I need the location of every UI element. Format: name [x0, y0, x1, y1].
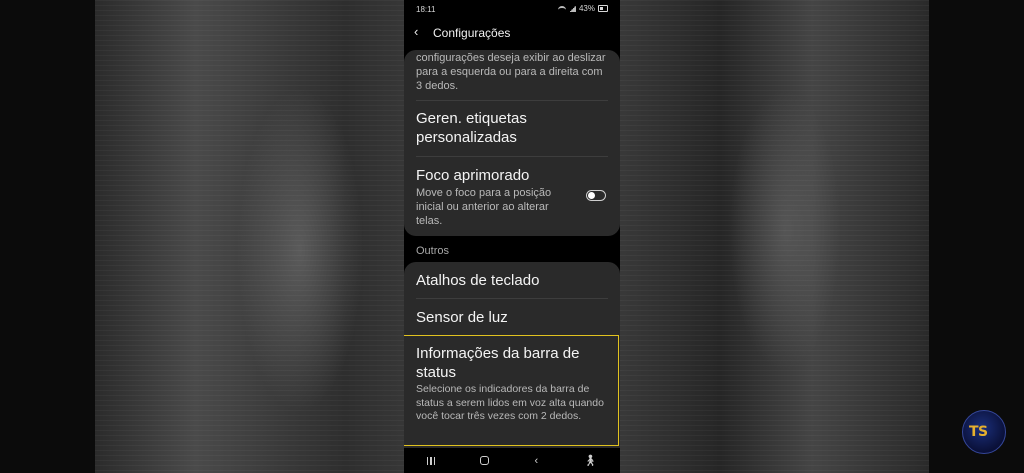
- status-bar: 18:11 43%: [404, 0, 620, 18]
- back-icon[interactable]: ‹: [535, 455, 539, 467]
- enhanced-focus-description: Move o foco para a posição inicial ou an…: [416, 187, 552, 227]
- app-bar: ‹ Configurações: [404, 20, 620, 46]
- section-label-other: Outros: [416, 245, 450, 257]
- custom-labels-title: Geren. etiquetas personalizadas: [416, 110, 527, 146]
- recent-apps-icon[interactable]: [426, 456, 436, 465]
- accessibility-icon[interactable]: 🚶︎: [583, 454, 597, 467]
- light-sensor-item[interactable]: Sensor de luz: [404, 299, 620, 335]
- battery-icon: [598, 5, 608, 12]
- truncated-description: configurações deseja exibir ao deslizar …: [416, 52, 606, 92]
- battery-percent: 43%: [578, 4, 595, 13]
- enhanced-focus-title: Foco aprimorado: [416, 167, 530, 184]
- keyboard-shortcuts-title: Atalhos de teclado: [416, 272, 540, 289]
- custom-labels-item[interactable]: Geren. etiquetas personalizadas: [404, 101, 620, 155]
- phone-screen: 18:11 43% ‹ Configurações configurações …: [404, 0, 620, 473]
- logo-text: TS: [969, 424, 988, 440]
- status-time: 18:11: [416, 5, 436, 14]
- keyboard-shortcuts-item[interactable]: Atalhos de teclado: [404, 262, 620, 298]
- settings-card-other: Atalhos de teclado Sensor de luz Informa…: [404, 262, 620, 448]
- navigation-bar: ‹ 🚶︎: [404, 448, 620, 473]
- enhanced-focus-toggle[interactable]: [586, 190, 606, 201]
- status-icons: 43%: [557, 4, 608, 13]
- toggle-knob: [588, 192, 595, 199]
- light-sensor-title: Sensor de luz: [416, 309, 508, 326]
- wifi-icon: [557, 5, 566, 12]
- page-title: Configurações: [433, 26, 511, 40]
- back-arrow-icon[interactable]: ‹: [414, 24, 418, 39]
- settings-card-top: configurações deseja exibir ao deslizar …: [404, 50, 620, 236]
- signal-icon: [568, 5, 576, 12]
- home-icon[interactable]: [480, 456, 490, 465]
- focus-highlight: [404, 335, 619, 446]
- channel-logo: TS: [962, 410, 1006, 454]
